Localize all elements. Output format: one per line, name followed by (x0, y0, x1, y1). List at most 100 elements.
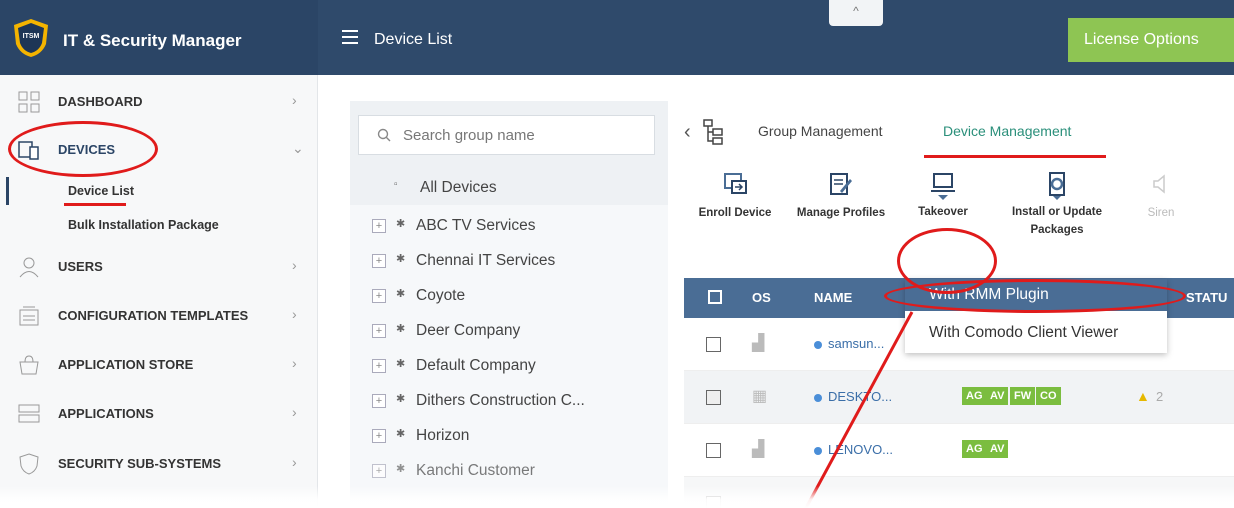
install-update-packages-button[interactable]: Install or Update Packages (1002, 171, 1112, 236)
row-checkbox[interactable] (706, 337, 721, 352)
badge-co: CO (1036, 387, 1061, 405)
android-icon: ▟ (752, 335, 765, 352)
sidebar-item-label: USERS (58, 259, 103, 274)
applications-icon (18, 404, 40, 423)
collapse-header-button[interactable]: ^ (829, 0, 883, 26)
select-all-checkbox[interactable] (708, 290, 722, 304)
enroll-device-icon (724, 173, 747, 194)
column-name[interactable]: NAME (814, 290, 852, 305)
group-icon: ✱ (396, 463, 406, 475)
enroll-device-button[interactable]: Enroll Device (692, 171, 778, 219)
expand-icon[interactable]: + (372, 429, 386, 443)
dashboard-icon (18, 91, 40, 113)
highlight-oval-devices (8, 121, 158, 177)
sidebar-item-security-sub-systems[interactable]: SECURITY SUB-SYSTEMS › (0, 443, 318, 483)
sidebar-item-applications[interactable]: APPLICATIONS › (0, 393, 318, 433)
expand-icon[interactable]: + (372, 289, 386, 303)
sidebar-subitem-bulk-installation[interactable]: Bulk Installation Package (0, 211, 318, 239)
windows-icon: ▦ (752, 388, 768, 405)
hamburger-menu-icon[interactable] (342, 30, 358, 44)
badge-av: AV (986, 440, 1009, 458)
search-placeholder: Search group name (403, 127, 535, 144)
group-label: Deer Company (416, 322, 521, 339)
sidebar-subitem-label: Bulk Installation Package (68, 218, 219, 232)
siren-button[interactable]: Siren (1136, 171, 1186, 219)
laptop-icon (931, 173, 955, 192)
expand-icon[interactable]: + (372, 359, 386, 373)
sidebar-item-users[interactable]: USERS › (0, 246, 318, 286)
group-label: Kanchi Customer (416, 462, 535, 479)
group-search-input[interactable]: Search group name (358, 115, 655, 155)
badge-av: AV (986, 387, 1009, 405)
table-row[interactable]: ▦ DESKTO... AG AV FW CO ▲ 2 (684, 371, 1234, 424)
group-icon: ✱ (396, 288, 406, 300)
group-icon: ✱ (396, 428, 406, 440)
expand-icon[interactable]: + (372, 394, 386, 408)
row-checkbox[interactable] (706, 443, 721, 458)
chevron-right-icon: › (292, 404, 297, 420)
top-bar: ITSM IT & Security Manager Device List ^… (0, 0, 1234, 75)
shield-icon (19, 453, 39, 475)
group-label: Horizon (416, 427, 470, 444)
menu-item-with-comodo-client-viewer[interactable]: With Comodo Client Viewer (905, 311, 1167, 353)
highlight-oval-rmm-plugin (884, 279, 1186, 313)
search-icon (377, 128, 391, 142)
chevron-left-icon[interactable]: ‹ (684, 121, 691, 144)
chevron-right-icon: › (292, 306, 297, 322)
chevron-right-icon: › (292, 92, 297, 108)
column-status[interactable]: STATU (1186, 290, 1227, 305)
brand-area: ITSM IT & Security Manager (0, 0, 318, 75)
all-devices-item[interactable]: ▫ All Devices (350, 171, 668, 205)
license-options-button[interactable]: License Options (1068, 18, 1234, 62)
enroll-device-label: Enroll Device (698, 207, 772, 219)
tabs-row: ‹ Group Management Device Management (684, 101, 1234, 163)
install-label-line1: Install or Update (1011, 206, 1103, 218)
group-icon: ✱ (396, 358, 406, 370)
sidebar-subitem-device-list[interactable]: Device List (0, 177, 318, 205)
sidebar-item-application-store[interactable]: APPLICATION STORE › (0, 344, 318, 384)
page-title: Device List (374, 31, 453, 48)
tab-group-management[interactable]: Group Management (758, 123, 883, 139)
warning-count: 2 (1156, 389, 1164, 404)
package-icon (1049, 172, 1065, 196)
badge-fw: FW (1010, 387, 1036, 405)
caret-down-icon (938, 195, 948, 200)
warning-icon: ▲ (1136, 388, 1150, 404)
app-title: IT & Security Manager (63, 31, 242, 50)
highlight-underline-device-list (64, 203, 126, 206)
group-list: + ✱ ABC TV Services + ✱ Chennai IT Servi… (350, 205, 668, 508)
expand-icon[interactable]: + (372, 324, 386, 338)
takeover-label: Takeover (918, 206, 968, 218)
itsm-logo-icon: ITSM (14, 19, 48, 57)
group-label: Coyote (416, 287, 466, 304)
sidebar-item-dashboard[interactable]: DASHBOARD › (0, 81, 318, 121)
siren-label: Siren (1147, 207, 1175, 219)
expand-icon[interactable]: + (372, 219, 386, 233)
sidebar-item-label: APPLICATION STORE (58, 357, 194, 372)
active-indicator (6, 177, 9, 205)
bottom-fade (0, 486, 1234, 508)
devices-icon: ▫ (394, 179, 398, 190)
tree-icon[interactable] (702, 119, 724, 145)
tab-device-management[interactable]: Device Management (943, 123, 1071, 139)
highlight-underline-device-management (924, 155, 1106, 158)
expand-icon[interactable]: + (372, 464, 386, 478)
table-row[interactable]: ▟ LENOVO... AG AV (684, 424, 1234, 477)
group-icon: ✱ (396, 393, 406, 405)
templates-icon (19, 306, 39, 326)
takeover-button[interactable]: Takeover (908, 171, 978, 218)
sidebar-item-configuration-templates[interactable]: CONFIGURATION TEMPLATES › (0, 295, 318, 335)
expand-icon[interactable]: + (372, 254, 386, 268)
group-label: Dithers Construction C... (416, 392, 585, 409)
sidebar-item-label: DASHBOARD (58, 94, 143, 109)
column-os[interactable]: OS (752, 290, 771, 305)
group-label: Chennai IT Services (416, 252, 556, 269)
menu-item-label: With Comodo Client Viewer (929, 324, 1119, 341)
chevron-right-icon: › (292, 355, 297, 371)
row-checkbox[interactable] (706, 390, 721, 405)
chevron-right-icon: › (292, 454, 297, 470)
sidebar-item-label: CONFIGURATION TEMPLATES (58, 308, 249, 323)
sidebar-item-label: APPLICATIONS (58, 406, 154, 421)
group-icon: ✱ (396, 323, 406, 335)
manage-profiles-button[interactable]: Manage Profiles (792, 171, 890, 219)
